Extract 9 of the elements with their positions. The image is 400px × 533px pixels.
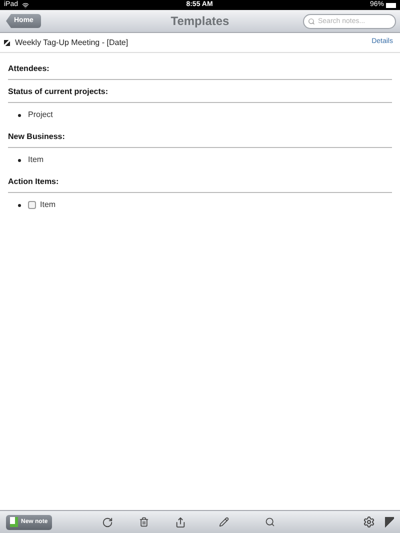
list-item-text: Item <box>40 199 56 211</box>
list-item-text: Item <box>28 154 44 166</box>
section-heading: Action Items: <box>8 176 392 193</box>
note-title: Weekly Tag-Up Meeting - [Date] <box>15 36 128 48</box>
list-item-text: Project <box>28 109 53 121</box>
section-heading: New Business: <box>8 131 392 148</box>
section-heading: Attendees: <box>8 63 392 80</box>
window-title: Templates <box>170 13 230 30</box>
section-heading: Status of current projects: <box>8 86 392 103</box>
